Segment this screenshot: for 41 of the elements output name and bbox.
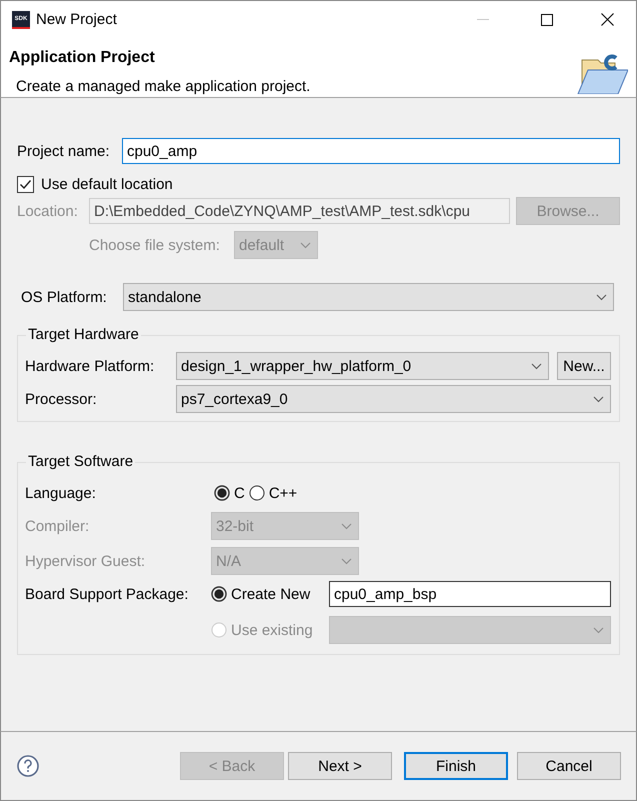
chevron-icon (341, 522, 352, 530)
field-label: Location: (17, 202, 79, 220)
field-label: Hypervisor Guest: (25, 552, 146, 570)
maximize-icon (541, 14, 553, 26)
dropdown[interactable]: ps7_cortexa9_0 (176, 385, 611, 413)
dialog-button[interactable]: Cancel (517, 752, 621, 780)
dropdown[interactable]: standalone (123, 283, 614, 311)
chevron-icon (596, 294, 607, 300)
dropdown[interactable]: design_1_wrapper_hw_platform_0 (176, 352, 549, 380)
field-label: Processor: (25, 390, 98, 408)
checkbox[interactable]: Use default location (17, 176, 173, 193)
field-label: Board Support Package: (25, 586, 190, 602)
input-field[interactable]: cpu0_amp (122, 138, 620, 164)
page-title: Application Project (9, 49, 156, 67)
chevron-icon (300, 242, 311, 248)
field-label: Hardware Platform: (25, 358, 156, 374)
group-title: Target Software (26, 453, 136, 470)
radio-button[interactable]: C (214, 484, 245, 502)
input-field[interactable]: cpu0_amp_bsp (329, 581, 611, 607)
help-icon (17, 755, 39, 777)
minimize-icon (477, 18, 489, 20)
radio-button[interactable]: C++ (248, 484, 298, 502)
dialog-button[interactable]: Finish (404, 752, 508, 780)
dropdown[interactable] (329, 616, 611, 644)
chevron-icon (593, 626, 604, 634)
field-label: Project name: (17, 142, 111, 160)
new-button[interactable]: New... (557, 352, 611, 380)
chevron-icon (593, 396, 604, 402)
radio-button[interactable]: Create New (211, 586, 329, 602)
field-label: Compiler: (25, 518, 90, 534)
field-label: Language: (25, 484, 97, 502)
dialog-button[interactable]: Next > (288, 752, 392, 780)
field-label: OS Platform: (21, 288, 108, 306)
window-title: New Project (36, 11, 118, 28)
group-title: Target Hardware (26, 326, 141, 343)
chevron-icon (341, 558, 352, 564)
close-icon (601, 13, 614, 26)
page-description: Create a managed make application project. (16, 78, 312, 95)
field-label: Choose file system: (89, 236, 221, 254)
chevron-icon (531, 362, 542, 370)
checkbox-icon (17, 176, 34, 193)
